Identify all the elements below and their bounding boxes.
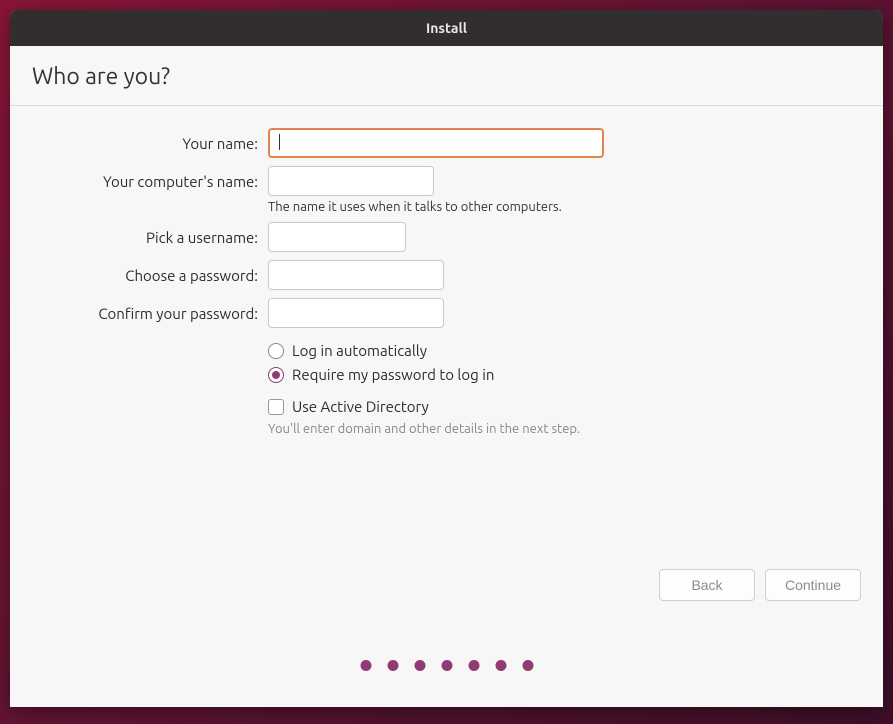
row-login-options: Log in automatically Require my password… [32,336,861,390]
row-password: Choose a password: [32,260,861,290]
text-cursor [279,134,280,150]
continue-button[interactable]: Continue [765,569,861,601]
row-computer: Your computer's name: The name it uses w… [32,166,861,214]
row-confirm: Confirm your password: [32,298,861,328]
progress-dot [441,660,452,671]
progress-dots [360,660,533,671]
row-name: Your name: [32,128,861,158]
password-input[interactable] [268,260,444,290]
checkbox-label-ad: Use Active Directory [292,398,429,415]
username-input[interactable] [268,222,406,252]
label-computer: Your computer's name: [32,166,268,190]
radio-login-auto[interactable]: Log in automatically [268,342,861,359]
progress-dot [522,660,533,671]
computer-hint: The name it uses when it talks to other … [268,200,861,214]
row-username: Pick a username: [32,222,861,252]
radio-icon-checked [268,367,284,383]
progress-dot [414,660,425,671]
window-title: Install [426,20,467,36]
page-heading: Who are you? [32,64,861,89]
progress-dot [495,660,506,671]
progress-dot [360,660,371,671]
radio-label-require: Require my password to log in [292,366,494,383]
label-confirm: Confirm your password: [32,298,268,322]
label-username: Pick a username: [32,222,268,246]
radio-login-require[interactable]: Require my password to log in [268,366,861,383]
progress-dot [468,660,479,671]
computer-name-input[interactable] [268,166,434,196]
ad-hint: You'll enter domain and other details in… [268,422,861,436]
radio-label-auto: Log in automatically [292,342,427,359]
footer-buttons: Back Continue [659,569,861,601]
back-button[interactable]: Back [659,569,755,601]
label-password: Choose a password: [32,260,268,284]
install-window: Install Who are you? Your name: Your com… [10,10,883,707]
checkbox-icon [268,399,284,415]
form-body: Your name: Your computer's name: The nam… [10,106,883,707]
progress-dot [387,660,398,671]
label-name: Your name: [32,128,268,152]
row-active-directory: Use Active Directory You'll enter domain… [32,398,861,436]
name-input[interactable] [268,128,604,158]
titlebar: Install [10,10,883,46]
confirm-password-input[interactable] [268,298,444,328]
radio-icon [268,343,284,359]
checkbox-active-directory[interactable]: Use Active Directory [268,398,861,415]
page-header: Who are you? [10,46,883,106]
